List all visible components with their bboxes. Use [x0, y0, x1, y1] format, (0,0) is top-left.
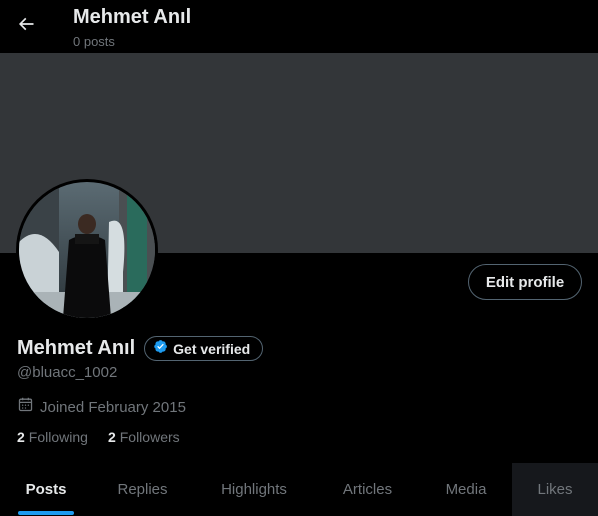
- tab-likes[interactable]: Likes: [512, 463, 598, 516]
- header-title: Mehmet Anıl: [73, 6, 192, 28]
- joined-row: Joined February 2015: [17, 396, 186, 418]
- tab-label: Media: [445, 481, 487, 498]
- edit-profile-button[interactable]: Edit profile: [468, 264, 582, 300]
- back-button[interactable]: [8, 8, 44, 44]
- tab-articles[interactable]: Articles: [315, 463, 420, 516]
- follow-stats: 2 Following 2 Followers: [17, 429, 180, 445]
- profile-page: Mehmet Anıl 0 posts Edit profile Mehmet …: [0, 0, 598, 516]
- followers-link[interactable]: 2 Followers: [108, 429, 180, 445]
- display-name: Mehmet Anıl: [17, 337, 136, 359]
- active-tab-indicator: [18, 511, 74, 515]
- tab-label: Articles: [342, 481, 393, 498]
- get-verified-button[interactable]: Get verified: [144, 336, 264, 361]
- followers-count: 2: [107, 429, 116, 445]
- tab-highlights[interactable]: Highlights: [193, 463, 315, 516]
- tab-replies[interactable]: Replies: [92, 463, 193, 516]
- name-row: Mehmet Anıl Get verified: [17, 336, 264, 361]
- profile-header: Mehmet Anıl 0 posts: [0, 0, 598, 53]
- tab-label: Posts: [25, 481, 67, 498]
- followers-label: Followers: [119, 429, 180, 445]
- joined-date: Joined February 2015: [40, 398, 186, 416]
- arrow-left-icon: [16, 14, 36, 39]
- following-label: Following: [28, 429, 88, 445]
- avatar-photo: [19, 182, 155, 318]
- get-verified-label: Get verified: [173, 340, 251, 357]
- post-count: 0 posts: [73, 34, 115, 49]
- tab-label: Replies: [117, 481, 168, 498]
- avatar[interactable]: [16, 179, 158, 321]
- tab-media[interactable]: Media: [420, 463, 512, 516]
- following-link[interactable]: 2 Following: [17, 429, 88, 445]
- following-count: 2: [17, 429, 25, 445]
- tab-label: Highlights: [221, 481, 287, 498]
- tab-posts[interactable]: Posts: [0, 463, 92, 516]
- verified-badge-icon: [153, 339, 168, 359]
- tab-label: Likes: [537, 481, 573, 498]
- user-handle: @bluacc_1002: [17, 364, 118, 381]
- calendar-icon: [17, 396, 34, 418]
- profile-tabs: Posts Replies Highlights Articles Media …: [0, 463, 598, 516]
